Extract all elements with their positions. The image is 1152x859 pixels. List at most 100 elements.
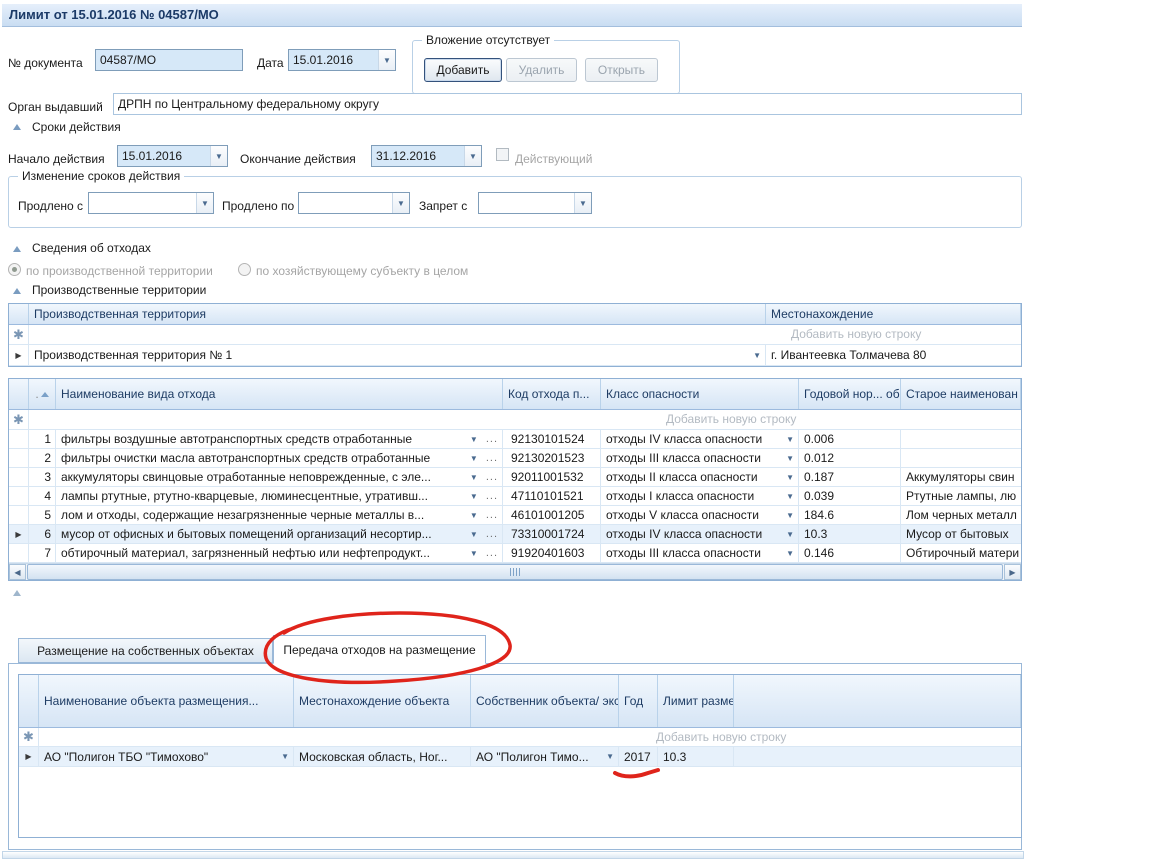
- territory-location-cell[interactable]: г. Ивантеевка Толмачева 80: [766, 345, 1021, 365]
- ban-from-input[interactable]: ▼: [478, 192, 592, 214]
- collapse-icon[interactable]: [13, 590, 21, 596]
- waste-name-cell[interactable]: аккумуляторы свинцовые отработанные непо…: [56, 468, 503, 486]
- waste-name-column-header[interactable]: Наименование вида отхода: [56, 379, 503, 409]
- object-location-column-header[interactable]: Местонахождение объекта: [294, 675, 471, 727]
- chevron-down-icon[interactable]: ▼: [464, 146, 481, 166]
- waste-row-selected[interactable]: ▶ 6 мусор от офисных и бытовых помещений…: [9, 525, 1021, 544]
- chevron-down-icon[interactable]: ▼: [574, 193, 591, 213]
- waste-code-cell[interactable]: 92130101524: [503, 430, 601, 448]
- old-name-cell[interactable]: Обтирочный матери: [901, 544, 1021, 562]
- waste-code-cell[interactable]: 92130201523: [503, 449, 601, 467]
- chevron-down-icon[interactable]: ▼: [466, 492, 482, 501]
- annual-norm-cell[interactable]: 0.187: [799, 468, 901, 486]
- attachment-open-button[interactable]: Открыть: [585, 58, 658, 82]
- location-column-header[interactable]: Местонахождение: [766, 304, 1021, 324]
- waste-row[interactable]: 7 обтирочный материал, загрязненный нефт…: [9, 544, 1021, 563]
- territory-cell[interactable]: Производственная территория № 1 ▼: [29, 345, 766, 365]
- hazard-class-cell[interactable]: отходы II класса опасности▼: [601, 468, 799, 486]
- waste-info-section-title[interactable]: Сведения об отходах: [32, 241, 151, 255]
- chevron-down-icon[interactable]: ▼: [392, 193, 409, 213]
- ellipsis-icon[interactable]: ...: [482, 452, 502, 464]
- waste-name-cell[interactable]: лампы ртутные, ртутно-кварцевые, люминес…: [56, 487, 503, 505]
- object-name-cell[interactable]: АО "Полигон ТБО "Тимохово"▼: [39, 747, 294, 766]
- annual-norm-column-header[interactable]: Годовой нор... образования...: [799, 379, 901, 409]
- add-row-text[interactable]: Добавить новую строку: [666, 412, 796, 426]
- chevron-down-icon[interactable]: ▼: [210, 146, 227, 166]
- chevron-down-icon[interactable]: ▼: [466, 435, 482, 444]
- chevron-down-icon[interactable]: ▼: [277, 752, 293, 761]
- old-name-cell[interactable]: [901, 430, 1021, 448]
- chevron-down-icon[interactable]: ▼: [782, 473, 798, 482]
- date-value[interactable]: 15.01.2016: [289, 50, 378, 70]
- hazard-class-cell[interactable]: отходы III класса опасности▼: [601, 449, 799, 467]
- hazard-class-column-header[interactable]: Класс опасности: [601, 379, 799, 409]
- waste-code-cell[interactable]: 46101001205: [503, 506, 601, 524]
- placement-add-row[interactable]: ✱ Добавить новую строку: [19, 728, 1021, 747]
- ellipsis-icon[interactable]: ...: [482, 509, 502, 521]
- chevron-down-icon[interactable]: ▼: [378, 50, 395, 70]
- chevron-down-icon[interactable]: ▼: [782, 530, 798, 539]
- chevron-down-icon[interactable]: ▼: [602, 752, 618, 761]
- waste-name-cell[interactable]: обтирочный материал, загрязненный нефтью…: [56, 544, 503, 562]
- waste-row[interactable]: 3 аккумуляторы свинцовые отработанные не…: [9, 468, 1021, 487]
- add-row-text[interactable]: Добавить новую строку: [791, 327, 921, 341]
- ellipsis-icon[interactable]: ...: [482, 471, 502, 483]
- territories-add-row[interactable]: ✱ Добавить новую строку: [9, 325, 1021, 345]
- active-checkbox[interactable]: [496, 148, 509, 161]
- attachment-add-button[interactable]: Добавить: [424, 58, 502, 82]
- waste-row[interactable]: 2 фильтры очистки масла автотранспортных…: [9, 449, 1021, 468]
- chevron-down-icon[interactable]: ▼: [466, 549, 482, 558]
- scrollbar-thumb[interactable]: [27, 564, 1003, 580]
- tab-own-objects[interactable]: Размещение на собственных объектах: [18, 638, 273, 663]
- waste-name-cell[interactable]: фильтры очистки масла автотранспортных с…: [56, 449, 503, 467]
- rownum-column-header[interactable]: .: [29, 379, 56, 409]
- horizontal-scrollbar[interactable]: ◀ ▶: [9, 563, 1021, 580]
- prolonged-to-value[interactable]: [299, 193, 392, 213]
- owner-cell[interactable]: АО "Полигон Тимо...▼: [471, 747, 619, 766]
- chevron-down-icon[interactable]: ▼: [196, 193, 213, 213]
- year-cell[interactable]: 2017: [619, 747, 658, 766]
- object-location-cell[interactable]: Московская область, Ног...: [294, 747, 471, 766]
- prolonged-to-input[interactable]: ▼: [298, 192, 410, 214]
- hazard-class-cell[interactable]: отходы III класса опасности▼: [601, 544, 799, 562]
- waste-code-cell[interactable]: 47110101521: [503, 487, 601, 505]
- waste-name-cell[interactable]: фильтры воздушные автотранспортных средс…: [56, 430, 503, 448]
- attachment-delete-button[interactable]: Удалить: [506, 58, 577, 82]
- chevron-down-icon[interactable]: ▼: [749, 351, 765, 360]
- ellipsis-icon[interactable]: ...: [482, 433, 502, 445]
- chevron-down-icon[interactable]: ▼: [466, 530, 482, 539]
- hazard-class-cell[interactable]: отходы IV класса опасности▼: [601, 525, 799, 543]
- waste-name-cell[interactable]: лом и отходы, содержащие незагрязненные …: [56, 506, 503, 524]
- ban-from-value[interactable]: [479, 193, 574, 213]
- chevron-down-icon[interactable]: ▼: [782, 454, 798, 463]
- object-name-column-header[interactable]: Наименование объекта размещения...: [39, 675, 294, 727]
- chevron-down-icon[interactable]: ▼: [782, 549, 798, 558]
- add-row-text[interactable]: Добавить новую строку: [656, 730, 786, 744]
- annual-norm-cell[interactable]: 0.012: [799, 449, 901, 467]
- limit-cell[interactable]: 10.3: [658, 747, 734, 766]
- old-name-column-header[interactable]: Старое наименован: [901, 379, 1021, 409]
- hazard-class-cell[interactable]: отходы V класса опасности▼: [601, 506, 799, 524]
- waste-row[interactable]: 4 лампы ртутные, ртутно-кварцевые, люмин…: [9, 487, 1021, 506]
- chevron-down-icon[interactable]: ▼: [466, 473, 482, 482]
- chevron-down-icon[interactable]: ▼: [782, 511, 798, 520]
- document-number-input[interactable]: 04587/МО: [95, 49, 243, 71]
- waste-row[interactable]: 1 фильтры воздушные автотранспортных сре…: [9, 430, 1021, 449]
- authority-input[interactable]: ДРПН по Центральному федеральному округу: [113, 93, 1022, 115]
- validity-start-value[interactable]: 15.01.2016: [118, 146, 210, 166]
- old-name-cell[interactable]: [901, 449, 1021, 467]
- hazard-class-cell[interactable]: отходы IV класса опасности▼: [601, 430, 799, 448]
- old-name-cell[interactable]: Лом черных металл: [901, 506, 1021, 524]
- annual-norm-cell[interactable]: 184.6: [799, 506, 901, 524]
- ellipsis-icon[interactable]: ...: [482, 528, 502, 540]
- scroll-left-icon[interactable]: ◀: [9, 564, 26, 580]
- annual-norm-cell[interactable]: 0.039: [799, 487, 901, 505]
- annual-norm-cell[interactable]: 0.006: [799, 430, 901, 448]
- ellipsis-icon[interactable]: ...: [482, 547, 502, 559]
- waste-code-cell[interactable]: 73310001724: [503, 525, 601, 543]
- validity-end-value[interactable]: 31.12.2016: [372, 146, 464, 166]
- limit-column-header[interactable]: Лимит размеще... отходов, т.: [658, 675, 734, 727]
- scroll-right-icon[interactable]: ▶: [1004, 564, 1021, 580]
- annual-norm-cell[interactable]: 0.146: [799, 544, 901, 562]
- ellipsis-icon[interactable]: ...: [482, 490, 502, 502]
